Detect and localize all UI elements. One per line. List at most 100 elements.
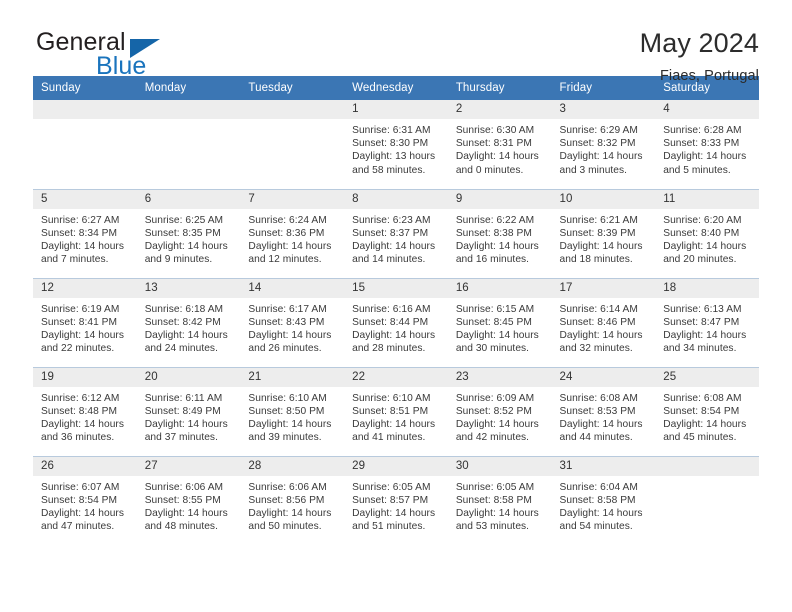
calendar-day-cell[interactable]: 15 Sunrise: 6:16 AM Sunset: 8:44 PM Dayligh… [344,277,448,367]
day-details: Sunrise: 6:09 AM Sunset: 8:52 PM Daylight:… [448,387,552,445]
calendar-cell-empty [655,455,759,545]
sunrise-text: Sunrise: 6:04 AM [559,481,638,493]
calendar-day-cell[interactable]: 23 Sunrise: 6:09 AM Sunset: 8:52 PM Dayligh… [447,366,552,456]
day-details: Sunrise: 6:06 AM Sunset: 8:56 PM Daylight:… [240,476,344,534]
daylight-text: Daylight: 14 hours and 48 minutes. [144,507,228,533]
calendar-day-cell[interactable]: 24 Sunrise: 6:08 AM Sunset: 8:53 PM Dayligh… [551,366,656,456]
day-number: 30 [447,456,552,476]
sunrise-text: Sunrise: 6:10 AM [248,392,327,404]
sunrise-text: Sunrise: 6:08 AM [559,392,638,404]
sunrise-text: Sunrise: 6:20 AM [663,214,742,226]
calendar-day-cell[interactable]: 14 Sunrise: 6:17 AM Sunset: 8:43 PM Dayligh… [240,277,345,367]
sunrise-text: Sunrise: 6:23 AM [352,214,431,226]
calendar-day-cell[interactable]: 16 Sunrise: 6:15 AM Sunset: 8:45 PM Dayligh… [447,277,552,367]
daylight-text: Daylight: 14 hours and 16 minutes. [455,240,539,266]
calendar-day-cell[interactable]: 28 Sunrise: 6:06 AM Sunset: 8:56 PM Dayligh… [240,455,345,545]
sunrise-text: Sunrise: 6:21 AM [559,214,638,226]
calendar-day-cell[interactable]: 11 Sunrise: 6:20 AM Sunset: 8:40 PM Dayligh… [655,188,759,278]
day-details: Sunrise: 6:27 AM Sunset: 8:34 PM Daylight:… [33,209,137,267]
day-details: Sunrise: 6:13 AM Sunset: 8:47 PM Daylight:… [655,298,759,356]
calendar-day-cell[interactable]: 5 Sunrise: 6:27 AM Sunset: 8:34 PM Daylight… [33,188,137,278]
calendar-day-cell[interactable]: 18 Sunrise: 6:13 AM Sunset: 8:47 PM Dayligh… [655,277,759,367]
daylight-text: Daylight: 14 hours and 22 minutes. [41,329,125,355]
calendar-day-cell[interactable]: 12 Sunrise: 6:19 AM Sunset: 8:41 PM Dayligh… [33,277,137,367]
sunrise-text: Sunrise: 6:15 AM [455,303,535,315]
day-details: Sunrise: 6:06 AM Sunset: 8:55 PM Daylight:… [137,476,241,534]
sunset-text: Sunset: 8:40 PM [663,227,740,239]
day-number: 23 [447,367,552,387]
day-number: 14 [240,278,345,298]
day-details: Sunrise: 6:28 AM Sunset: 8:33 PM Daylight:… [655,119,759,177]
daylight-text: Daylight: 13 hours and 58 minutes. [352,151,436,176]
day-number: 5 [33,189,137,209]
brand-logo[interactable]: General Blue [33,28,263,84]
calendar-day-cell[interactable]: 30 Sunrise: 6:05 AM Sunset: 8:58 PM Dayligh… [447,455,552,545]
calendar-day-cell[interactable]: 10 Sunrise: 6:21 AM Sunset: 8:39 PM Dayligh… [551,188,656,278]
day-details: Sunrise: 6:10 AM Sunset: 8:50 PM Daylight:… [240,387,344,445]
calendar-day-cell[interactable]: 6 Sunrise: 6:25 AM Sunset: 8:35 PM Daylight… [136,188,241,278]
sunrise-text: Sunrise: 6:07 AM [41,481,120,493]
calendar-day-cell[interactable]: 17 Sunrise: 6:14 AM Sunset: 8:46 PM Dayligh… [551,277,656,367]
day-number: 22 [344,367,448,387]
day-number: 16 [447,278,552,298]
weekday-header-wednesday: Wednesday [344,76,448,100]
sunset-text: Sunset: 8:52 PM [455,405,532,417]
sunrise-text: Sunrise: 6:10 AM [352,392,431,404]
calendar-day-cell[interactable]: 7 Sunrise: 6:24 AM Sunset: 8:36 PM Daylight… [240,188,345,278]
sunrise-text: Sunrise: 6:24 AM [248,214,327,226]
sunset-text: Sunset: 8:43 PM [248,316,325,328]
calendar-day-cell[interactable]: 3 Sunrise: 6:29 AM Sunset: 8:32 PM Daylight… [551,100,656,189]
calendar-week-row: 5 Sunrise: 6:27 AM Sunset: 8:34 PM Daylight… [33,188,759,278]
sunset-text: Sunset: 8:38 PM [455,227,532,239]
calendar-day-cell[interactable]: 19 Sunrise: 6:12 AM Sunset: 8:48 PM Dayligh… [33,366,137,456]
calendar-day-cell[interactable]: 2 Sunrise: 6:30 AM Sunset: 8:31 PM Daylight… [447,100,552,189]
calendar-day-cell[interactable]: 8 Sunrise: 6:23 AM Sunset: 8:37 PM Daylight… [344,188,448,278]
sunset-text: Sunset: 8:35 PM [144,227,221,239]
day-details: Sunrise: 6:11 AM Sunset: 8:49 PM Daylight:… [137,387,241,445]
page-header: General Blue May 2024 Fiaes, Portugal [0,0,792,84]
day-number: 9 [447,189,552,209]
daylight-text: Daylight: 14 hours and 42 minutes. [455,418,539,444]
day-details: Sunrise: 6:19 AM Sunset: 8:41 PM Daylight:… [33,298,137,356]
day-number: 29 [344,456,448,476]
daylight-text: Daylight: 14 hours and 7 minutes. [41,240,125,266]
calendar-day-cell[interactable]: 4 Sunrise: 6:28 AM Sunset: 8:33 PM Daylight… [655,100,759,189]
day-number: 11 [655,189,759,209]
daylight-text: Daylight: 14 hours and 5 minutes. [663,151,747,176]
calendar-container: Sunday Monday Tuesday Wednesday Thursday… [0,76,792,545]
calendar-day-cell[interactable]: 31 Sunrise: 6:04 AM Sunset: 8:58 PM Dayligh… [551,455,656,545]
day-number: 15 [344,278,448,298]
daylight-text: Daylight: 14 hours and 50 minutes. [248,507,332,533]
sunrise-text: Sunrise: 6:27 AM [41,214,120,226]
calendar-day-cell[interactable]: 13 Sunrise: 6:18 AM Sunset: 8:42 PM Dayligh… [136,277,241,367]
sunset-text: Sunset: 8:36 PM [248,227,325,239]
daylight-text: Daylight: 14 hours and 3 minutes. [559,151,643,176]
calendar-week-row: 1 Sunrise: 6:31 AM Sunset: 8:30 PM Daylight… [33,100,759,189]
day-number: 3 [551,100,656,119]
calendar-cell-empty [33,100,137,189]
calendar-day-cell[interactable]: 20 Sunrise: 6:11 AM Sunset: 8:49 PM Dayligh… [136,366,241,456]
sunset-text: Sunset: 8:39 PM [559,227,636,239]
daylight-text: Daylight: 14 hours and 37 minutes. [144,418,228,444]
day-details: Sunrise: 6:21 AM Sunset: 8:39 PM Daylight:… [552,209,656,267]
calendar-body: 1 Sunrise: 6:31 AM Sunset: 8:30 PM Daylight… [33,100,759,545]
sunset-text: Sunset: 8:32 PM [559,138,636,150]
sunrise-text: Sunrise: 6:18 AM [144,303,224,315]
calendar-day-cell[interactable]: 21 Sunrise: 6:10 AM Sunset: 8:50 PM Dayligh… [240,366,345,456]
title-block: May 2024 Fiaes, Portugal [640,28,759,84]
calendar-day-cell[interactable]: 22 Sunrise: 6:10 AM Sunset: 8:51 PM Dayligh… [344,366,448,456]
calendar-day-cell[interactable]: 9 Sunrise: 6:22 AM Sunset: 8:38 PM Daylight… [447,188,552,278]
brand-name-blue: Blue [96,52,147,80]
sunset-text: Sunset: 8:51 PM [352,405,429,417]
sunrise-text: Sunrise: 6:16 AM [352,303,431,315]
calendar-day-cell[interactable]: 29 Sunrise: 6:05 AM Sunset: 8:57 PM Dayligh… [344,455,448,545]
sunset-text: Sunset: 8:49 PM [144,405,221,417]
day-number: 27 [136,456,241,476]
day-details: Sunrise: 6:07 AM Sunset: 8:54 PM Daylight:… [33,476,137,534]
calendar-week-row: 26 Sunrise: 6:07 AM Sunset: 8:54 PM Dayligh… [33,455,759,545]
calendar-day-cell[interactable]: 1 Sunrise: 6:31 AM Sunset: 8:30 PM Daylight… [344,100,448,189]
calendar-day-cell[interactable]: 26 Sunrise: 6:07 AM Sunset: 8:54 PM Dayligh… [33,455,137,545]
calendar-day-cell[interactable]: 25 Sunrise: 6:08 AM Sunset: 8:54 PM Dayligh… [655,366,759,456]
calendar-day-cell[interactable]: 27 Sunrise: 6:06 AM Sunset: 8:55 PM Dayligh… [136,455,241,545]
calendar-table: Sunday Monday Tuesday Wednesday Thursday… [33,76,759,545]
